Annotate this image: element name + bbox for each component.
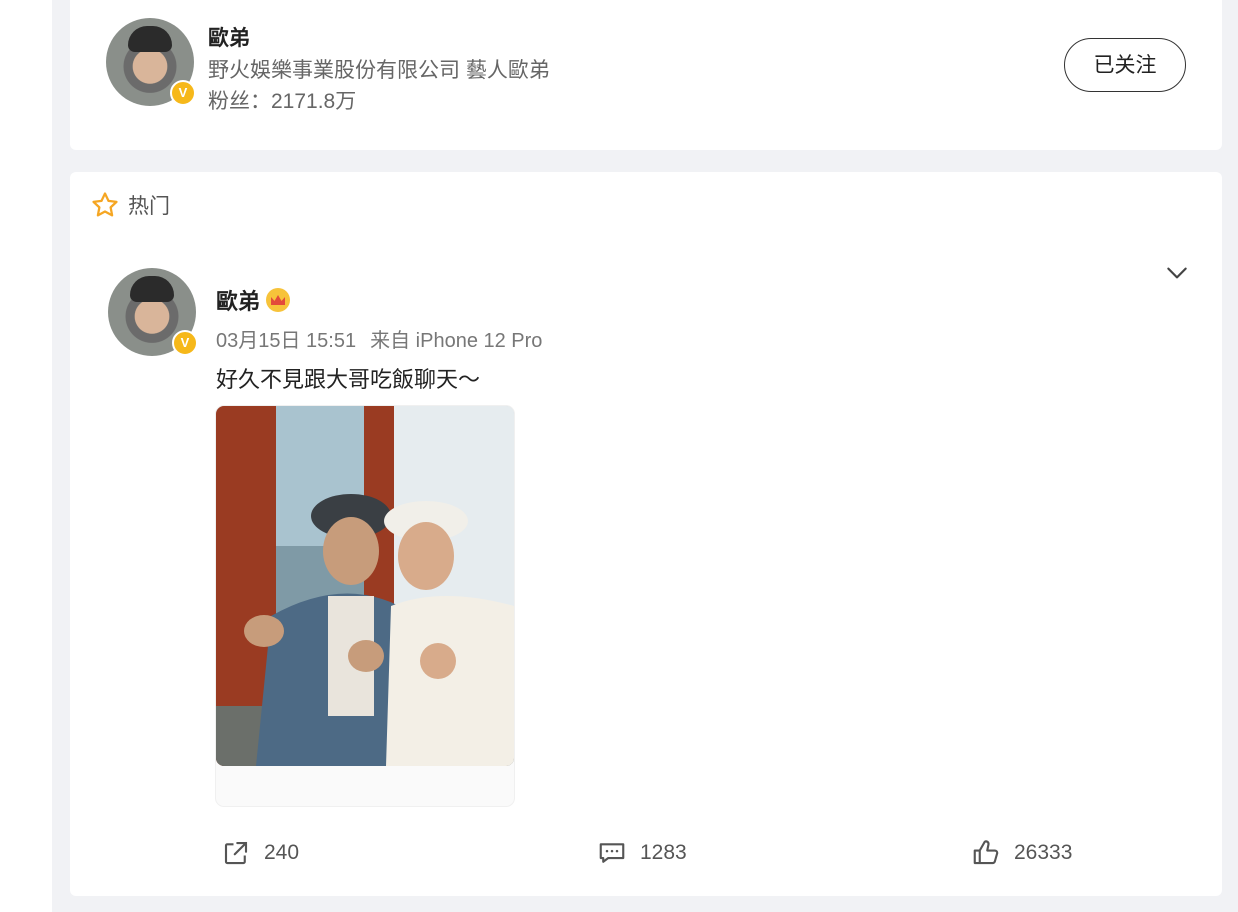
hot-section-header: 热门 [90, 190, 170, 220]
comment-icon [599, 843, 625, 863]
star-icon [92, 192, 118, 217]
fans-label: 粉丝： [208, 90, 271, 113]
follow-button[interactable]: 已关注 [1064, 38, 1186, 92]
like-action[interactable]: 26333 [970, 838, 1072, 868]
profile-avatar[interactable]: V [106, 18, 196, 106]
post-source: 来自 iPhone 12 Pro [370, 330, 543, 352]
post-image-card[interactable] [216, 406, 514, 806]
profile-description: 野火娛樂事業股份有限公司 藝人歐弟 [208, 59, 550, 82]
photo-graphic [216, 406, 514, 766]
page: V 歐弟 野火娛樂事業股份有限公司 藝人歐弟 粉丝：2171.8万 已关注 热门… [0, 0, 1238, 912]
profile-name[interactable]: 歐弟 [208, 22, 250, 52]
hot-label: 热门 [128, 195, 170, 218]
post-date[interactable]: 03月15日 15:51 [216, 330, 356, 352]
share-action[interactable]: 240 [220, 838, 299, 868]
fans-value: 2171.8万 [271, 90, 357, 113]
post-photo[interactable] [216, 406, 514, 766]
share-count: 240 [264, 841, 300, 864]
comment-action[interactable]: 1283 [596, 838, 687, 868]
left-sidebar-strip [0, 0, 52, 912]
post-author-name[interactable]: 歐弟 [216, 284, 260, 316]
crown-icon [266, 288, 291, 312]
post-text: 好久不見跟大哥吃飯聊天～ [216, 367, 481, 392]
post-avatar[interactable]: V [108, 268, 198, 356]
verified-icon: V [170, 80, 196, 106]
post-author[interactable]: 歐弟 [216, 284, 291, 316]
verified-icon: V [172, 330, 198, 356]
like-count: 26333 [1014, 841, 1073, 864]
share-icon [224, 841, 248, 865]
chevron-down-icon[interactable] [1164, 260, 1190, 286]
feed-card: 热门 V 歐弟 03月15日 15:51 来自 iPhone 12 Pro 好久不… [70, 172, 1222, 896]
comment-count: 1283 [640, 841, 687, 864]
post-meta: 03月15日 15:51 来自 iPhone 12 Pro [216, 324, 556, 353]
profile-fans: 粉丝：2171.8万 [208, 85, 356, 115]
profile-card: V 歐弟 野火娛樂事業股份有限公司 藝人歐弟 粉丝：2171.8万 已关注 [70, 0, 1222, 150]
like-icon [973, 840, 999, 865]
